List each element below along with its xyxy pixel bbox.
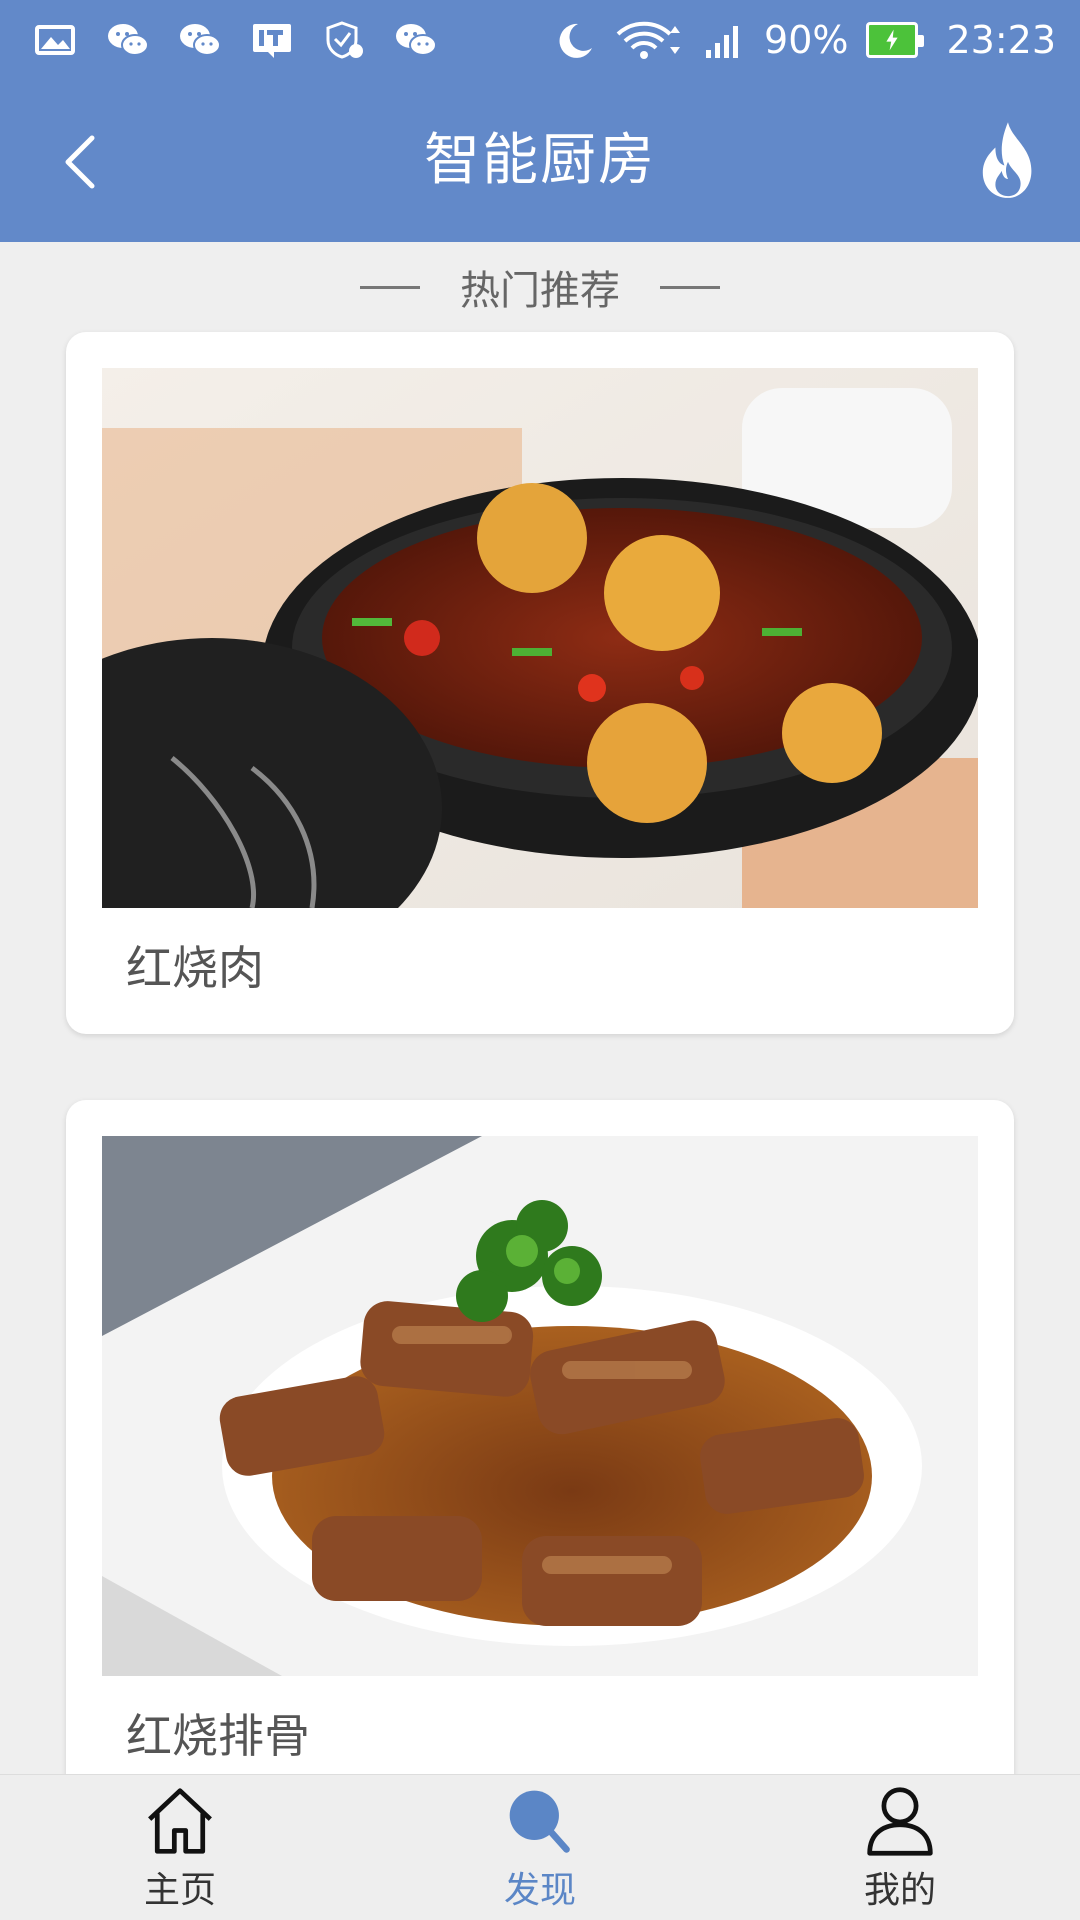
braised-ribs-photo	[102, 1136, 978, 1676]
status-bar: 90% 23:23	[0, 0, 1080, 80]
wechat-icon	[394, 20, 438, 60]
it-news-icon	[250, 20, 294, 60]
battery-percent: 90%	[764, 18, 849, 62]
bottom-navigation: 主页 发现 我的	[0, 1774, 1080, 1920]
wechat-icon	[178, 20, 222, 60]
fire-icon	[982, 122, 1032, 198]
notification-icons	[34, 20, 438, 60]
search-icon	[500, 1783, 580, 1859]
gallery-icon	[34, 20, 78, 60]
user-icon	[860, 1783, 940, 1859]
nav-label: 我的	[863, 1870, 936, 1911]
battery-charging-icon	[866, 22, 925, 58]
nav-label: 发现	[503, 1870, 576, 1911]
section-heading: 热门推荐	[0, 242, 1080, 332]
nav-label: 主页	[143, 1870, 216, 1911]
header: 90% 23:23 智能厨房	[0, 0, 1080, 242]
recipe-card[interactable]: 红烧肉	[66, 332, 1014, 1034]
heading-divider-left	[360, 285, 420, 289]
nav-home[interactable]: 主页	[80, 1775, 280, 1920]
home-icon	[140, 1783, 220, 1859]
nav-discover[interactable]: 发现	[440, 1775, 640, 1920]
title-bar: 智能厨房	[0, 80, 1080, 242]
system-status: 90% 23:23	[552, 18, 1056, 62]
page-title: 智能厨房	[424, 128, 656, 193]
recipe-name: 红烧肉	[126, 941, 264, 995]
section-title: 热门推荐	[460, 268, 620, 314]
nav-profile[interactable]: 我的	[800, 1775, 1000, 1920]
recipe-name: 红烧排骨	[126, 1709, 310, 1763]
shield-notification-icon	[322, 20, 366, 60]
signal-icon	[702, 20, 746, 60]
hot-button[interactable]	[966, 116, 1050, 206]
recipe-card[interactable]: 红烧排骨	[66, 1100, 1014, 1802]
wifi-icon	[614, 20, 684, 60]
braised-pork-photo	[102, 368, 978, 908]
app-screen: 90% 23:23 智能厨房 热门推荐 红烧肉 红烧排骨 主页 发现 我的	[0, 0, 1080, 1920]
wechat-icon	[106, 20, 150, 60]
moon-icon	[552, 20, 596, 60]
clock: 23:23	[946, 18, 1056, 62]
heading-divider-right	[660, 285, 720, 289]
